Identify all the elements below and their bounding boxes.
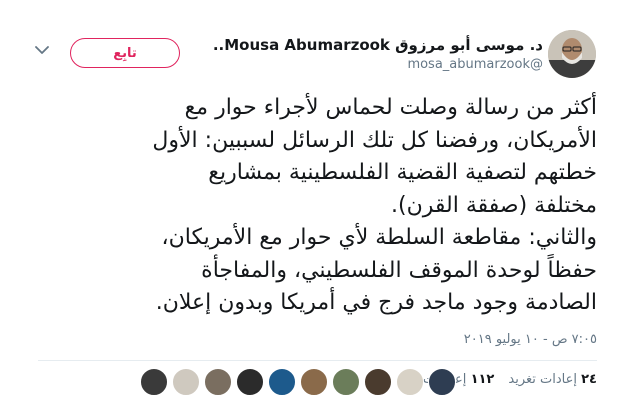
author-avatar[interactable]	[548, 30, 596, 78]
tweet-line: أكثر من رسالة وصلت لحماس لأجراء حوار مع	[184, 95, 597, 120]
likers-avatars	[140, 368, 460, 396]
liker-avatar[interactable]	[268, 368, 296, 396]
tweet-line: الصادمة وجود ماجد فرج في أمريكا وبدون إع…	[155, 290, 597, 315]
likes-count: ١١٢	[470, 372, 495, 387]
tweet-line: الأمريكان، ورفضنا كل تلك الرسائل لسببين:…	[152, 127, 597, 153]
author-handle[interactable]: @mosa_abumarzook	[213, 57, 543, 73]
liker-avatar[interactable]	[396, 368, 424, 396]
follow-button-label: تابِع	[113, 45, 137, 61]
retweets-label: إعادات تغريد	[508, 372, 577, 387]
liker-avatar[interactable]	[204, 368, 232, 396]
tweet-line: خطتهم لتصفية القضية الفلسطينية بمشاريع	[208, 160, 597, 185]
liker-avatar[interactable]	[236, 368, 264, 396]
author-info[interactable]: د. موسى أبو مرزوق Mousa Abumarzook.. @mo…	[213, 36, 543, 73]
tweet-line: والثاني: مقاطعة السلطة لأي حوار مع الأمر…	[161, 225, 598, 250]
tweet-line: مختلفة (صفقة القرن).	[391, 192, 597, 218]
author-name[interactable]: د. موسى أبو مرزوق Mousa Abumarzook..	[213, 36, 543, 54]
retweets-stat[interactable]: ٢٤ إعادات تغريد	[508, 372, 597, 387]
divider	[38, 360, 597, 361]
follow-button[interactable]: تابِع	[70, 38, 180, 68]
liker-avatar[interactable]	[172, 368, 200, 396]
tweet-text: أكثر من رسالة وصلت لحماس لأجراء حوار مع …	[42, 92, 597, 320]
retweets-count: ٢٤	[581, 372, 597, 387]
liker-avatar[interactable]	[364, 368, 392, 396]
chevron-down-icon[interactable]	[34, 42, 50, 58]
liker-avatar[interactable]	[332, 368, 360, 396]
liker-avatar[interactable]	[140, 368, 168, 396]
tweet-line: حفظاً لوحدة الموقف الفلسطيني، والمفاجأة	[201, 257, 597, 283]
liker-avatar[interactable]	[428, 368, 456, 396]
tweet-timestamp[interactable]: ٧:٠٥ ص - ١٠ يوليو ٢٠١٩	[464, 332, 597, 347]
avatar-photo	[548, 30, 596, 78]
liker-avatar[interactable]	[300, 368, 328, 396]
